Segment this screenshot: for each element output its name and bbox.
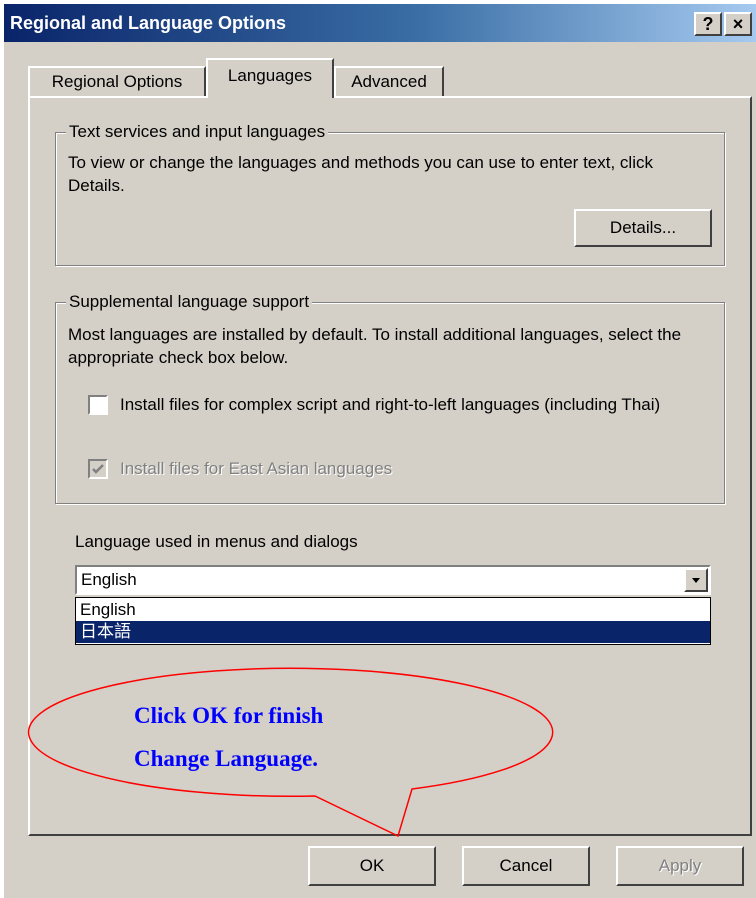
dropdown-button[interactable] xyxy=(684,568,708,592)
title-bar[interactable]: Regional and Language Options ? × xyxy=(4,4,756,42)
supplemental-language-group: Supplemental language support Most langu… xyxy=(55,292,725,504)
tab-advanced[interactable]: Advanced xyxy=(334,66,444,97)
window-title: Regional and Language Options xyxy=(10,13,287,33)
tab-languages[interactable]: Languages xyxy=(206,58,334,98)
text-services-legend: Text services and input languages xyxy=(66,122,329,142)
east-asian-checkbox[interactable] xyxy=(88,459,108,479)
ui-language-selected: English xyxy=(81,570,137,589)
dropdown-option-english[interactable]: English xyxy=(76,599,710,621)
tab-regional-options[interactable]: Regional Options xyxy=(28,66,206,97)
supplemental-legend: Supplemental language support xyxy=(66,292,313,312)
apply-button-label: Apply xyxy=(658,856,702,875)
text-services-group: Text services and input languages To vie… xyxy=(55,122,725,266)
text-services-description: To view or change the languages and meth… xyxy=(68,153,653,195)
ui-language-combobox[interactable]: English xyxy=(75,565,711,595)
checkmark-icon xyxy=(92,464,104,474)
close-button[interactable]: × xyxy=(724,12,752,36)
ok-button-label: OK xyxy=(359,856,385,875)
details-button-label: Details... xyxy=(609,218,677,237)
callout-line-2: Change Language. xyxy=(134,746,319,771)
details-button[interactable]: Details... xyxy=(574,209,712,247)
apply-button[interactable]: Apply xyxy=(616,846,744,886)
complex-script-label[interactable]: Install files for complex script and rig… xyxy=(120,393,710,416)
cancel-button[interactable]: Cancel xyxy=(462,846,590,886)
cancel-button-label: Cancel xyxy=(499,856,553,875)
complex-script-checkbox[interactable] xyxy=(88,395,108,415)
dialog-window: Regional and Language Options ? × Region… xyxy=(4,4,756,898)
ui-language-dropdown-list: English 日本語 xyxy=(75,597,711,645)
help-button[interactable]: ? xyxy=(694,12,722,36)
callout-line-1: Click OK for finish xyxy=(134,703,324,728)
dropdown-option-japanese[interactable]: 日本語 xyxy=(76,621,710,643)
ui-language-label: Language used in menus and dialogs xyxy=(75,532,358,551)
chevron-down-icon xyxy=(692,578,700,583)
east-asian-label[interactable]: Install files for East Asian languages xyxy=(120,457,710,480)
supplemental-description: Most languages are installed by default.… xyxy=(68,325,682,367)
ok-button[interactable]: OK xyxy=(308,846,436,886)
